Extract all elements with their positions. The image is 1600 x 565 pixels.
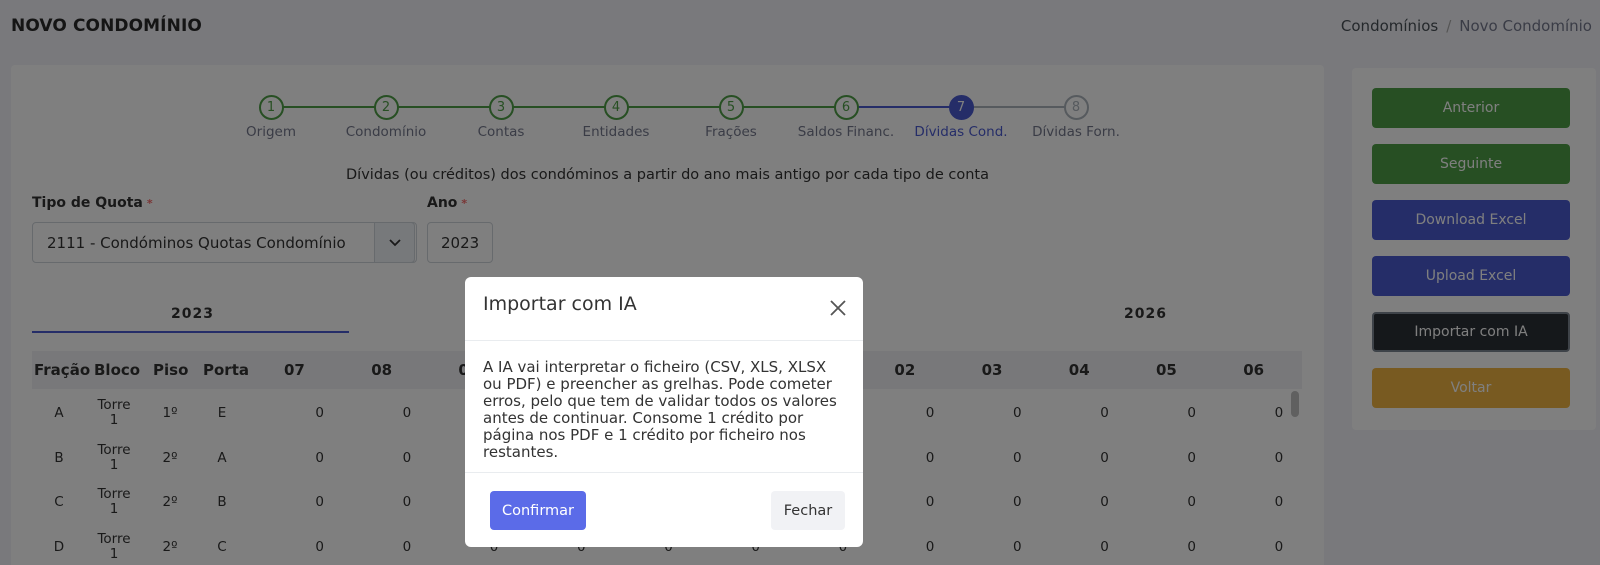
modal-divider [465,340,863,341]
confirm-button[interactable]: Confirmar [490,491,586,530]
modal-title: Importar com IA [483,293,637,315]
modal-body-text: A IA vai interpretar o ficheiro (CSV, XL… [483,358,837,461]
close-icon[interactable] [829,299,847,317]
modal-divider [465,472,863,473]
import-ai-modal: Importar com IA A IA vai interpretar o f… [465,277,863,547]
close-button[interactable]: Fechar [771,491,845,530]
